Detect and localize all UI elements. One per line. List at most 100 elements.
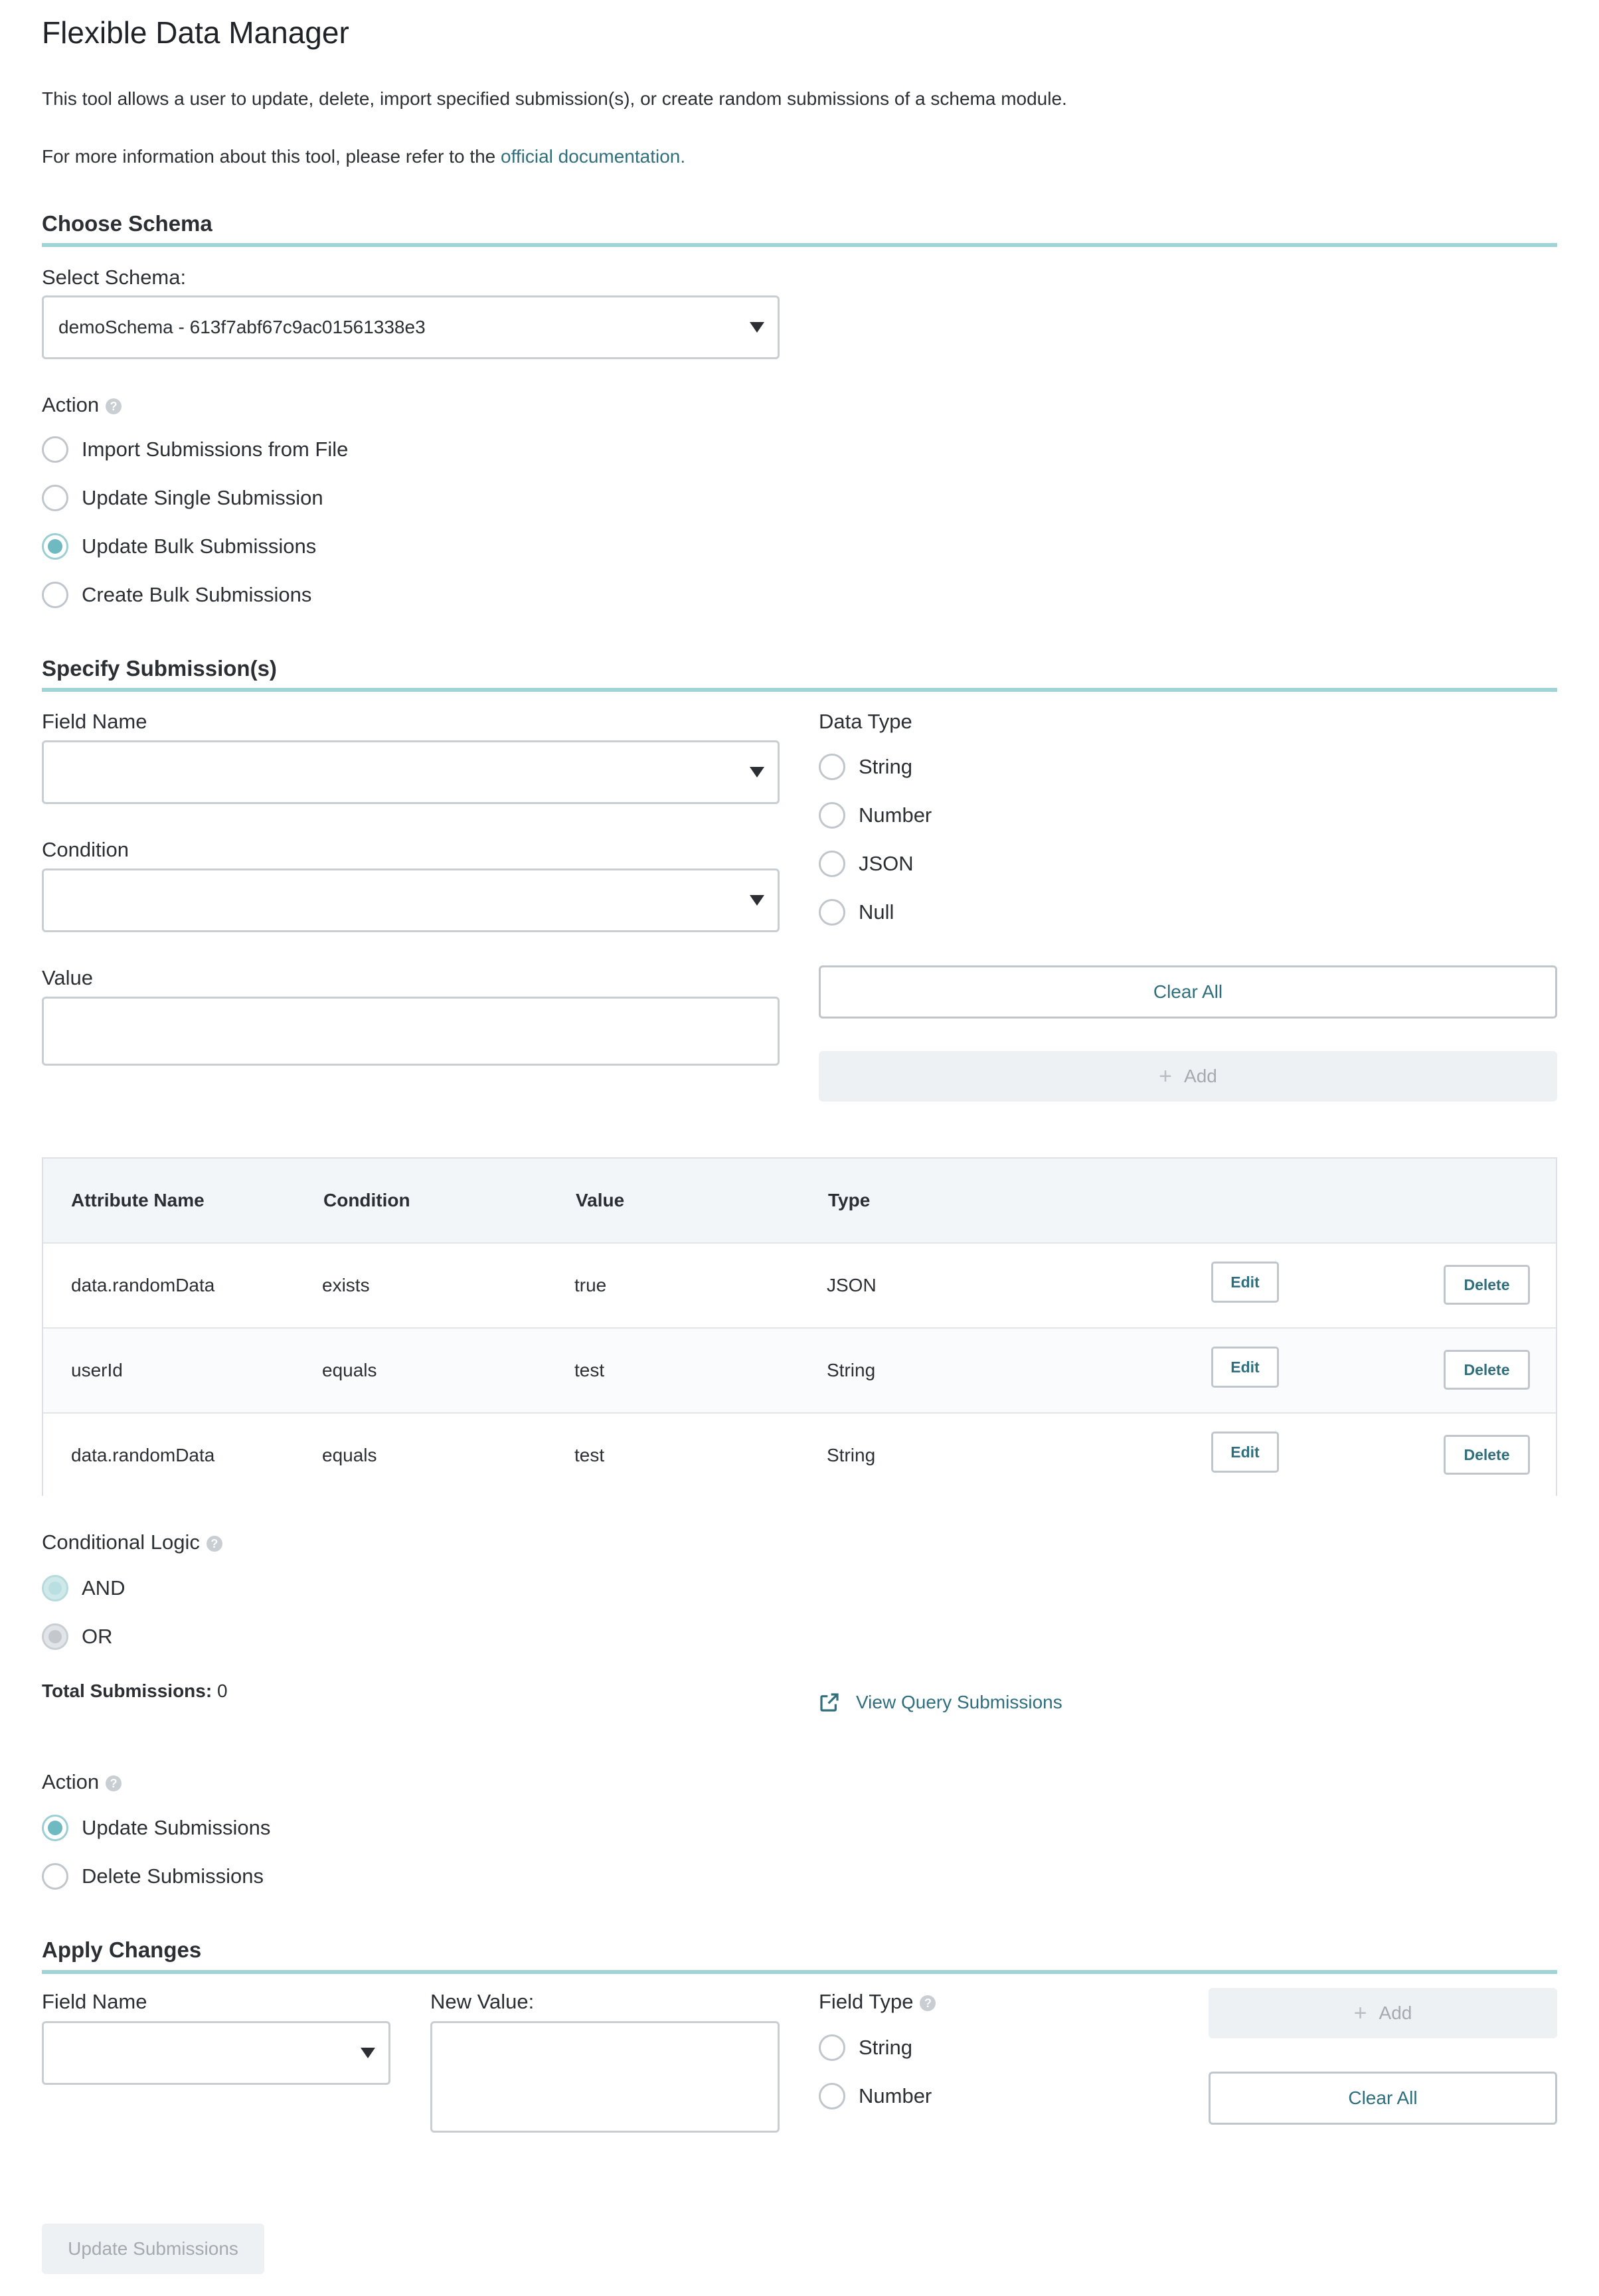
row-value: test bbox=[574, 1360, 605, 1380]
apply-add-button[interactable]: + Add bbox=[1209, 1988, 1557, 2038]
info-prefix: For more information about this tool, pl… bbox=[42, 146, 501, 167]
caret-down-icon bbox=[750, 322, 764, 333]
edit-button[interactable]: Edit bbox=[1211, 1432, 1279, 1473]
caret-down-icon bbox=[750, 895, 764, 906]
radio-button[interactable] bbox=[819, 2034, 845, 2061]
view-query-submissions-link[interactable]: View Query Submissions bbox=[819, 1692, 1062, 1713]
row-attribute: data.randomData bbox=[71, 1445, 215, 1465]
column-header-condition: Condition bbox=[323, 1190, 410, 1210]
radio-button[interactable] bbox=[42, 582, 68, 608]
table-header: Attribute Name Condition Value Type bbox=[43, 1159, 1556, 1242]
radio-button[interactable] bbox=[819, 851, 845, 877]
value-input[interactable] bbox=[42, 997, 780, 1066]
apply-changes-title: Apply Changes bbox=[42, 1937, 202, 1962]
schema-select-value: demoSchema - 613f7abf67c9ac01561338e3 bbox=[58, 317, 426, 337]
radio-button-disabled[interactable] bbox=[42, 1623, 68, 1650]
radio-button-checked-disabled[interactable] bbox=[42, 1575, 68, 1601]
condition-select[interactable] bbox=[42, 868, 780, 932]
data-type-radio-string[interactable]: String bbox=[819, 754, 912, 780]
radio-button-checked[interactable] bbox=[42, 1815, 68, 1841]
total-submissions-value: 0 bbox=[216, 1681, 228, 1701]
radio-button[interactable] bbox=[42, 485, 68, 511]
column-header-attribute: Attribute Name bbox=[71, 1190, 205, 1210]
radio-button[interactable] bbox=[819, 899, 845, 926]
conditional-logic-label: Conditional Logic? bbox=[42, 1530, 222, 1554]
data-type-label: Data Type bbox=[819, 710, 912, 733]
add-condition-button[interactable]: + Add bbox=[819, 1051, 1557, 1102]
action-radio-update-submissions[interactable]: Update Submissions bbox=[42, 1815, 270, 1841]
info-text: For more information about this tool, pl… bbox=[42, 146, 685, 167]
schema-select[interactable]: demoSchema - 613f7abf67c9ac01561338e3 bbox=[42, 295, 780, 359]
radio-button[interactable] bbox=[42, 436, 68, 463]
update-submissions-button[interactable]: Update Submissions bbox=[42, 2224, 264, 2274]
row-condition: equals bbox=[322, 1445, 377, 1465]
plus-icon: + bbox=[1353, 2000, 1367, 2026]
delete-button[interactable]: Delete bbox=[1444, 1265, 1530, 1305]
help-icon[interactable]: ? bbox=[206, 1535, 222, 1552]
column-header-value: Value bbox=[576, 1190, 625, 1210]
total-submissions-label: Total Submissions: bbox=[42, 1681, 212, 1701]
logic-radio-and[interactable]: AND bbox=[42, 1575, 125, 1601]
row-value: test bbox=[574, 1445, 605, 1465]
action-radio-import[interactable]: Import Submissions from File bbox=[42, 436, 348, 463]
logic-radio-or[interactable]: OR bbox=[42, 1623, 113, 1650]
official-documentation-link[interactable]: official documentation. bbox=[501, 146, 685, 167]
field-type-label: Field Type? bbox=[819, 1990, 936, 2014]
choose-schema-title: Choose Schema bbox=[42, 211, 212, 236]
radio-button[interactable] bbox=[819, 802, 845, 829]
field-name-select[interactable] bbox=[42, 740, 780, 804]
table-row: data.randomData exists true JSON Edit De… bbox=[43, 1242, 1556, 1327]
row-type: String bbox=[827, 1360, 876, 1380]
radio-button[interactable] bbox=[819, 2083, 845, 2109]
new-value-input[interactable] bbox=[430, 2021, 780, 2133]
caret-down-icon bbox=[750, 767, 764, 778]
data-type-radio-json[interactable]: JSON bbox=[819, 851, 914, 877]
action-radio-update-bulk[interactable]: Update Bulk Submissions bbox=[42, 533, 316, 560]
help-icon[interactable]: ? bbox=[920, 1995, 936, 2011]
data-type-radio-number[interactable]: Number bbox=[819, 802, 932, 829]
apply-field-name-select[interactable] bbox=[42, 2021, 390, 2085]
column-header-type: Type bbox=[828, 1190, 871, 1210]
section-divider bbox=[42, 1970, 1557, 1974]
row-attribute: data.randomData bbox=[71, 1275, 215, 1295]
action-label: Action? bbox=[42, 393, 122, 417]
row-attribute: userId bbox=[71, 1360, 123, 1380]
new-value-label: New Value: bbox=[430, 1990, 535, 2013]
help-icon[interactable]: ? bbox=[106, 398, 122, 414]
row-value: true bbox=[574, 1275, 607, 1295]
action-radio-update-single[interactable]: Update Single Submission bbox=[42, 485, 323, 511]
edit-button[interactable]: Edit bbox=[1211, 1347, 1279, 1388]
clear-all-button[interactable]: Clear All bbox=[819, 965, 1557, 1019]
total-submissions: Total Submissions: 0 bbox=[42, 1681, 228, 1702]
select-schema-label: Select Schema: bbox=[42, 266, 187, 289]
page-title: Flexible Data Manager bbox=[42, 15, 349, 50]
plus-icon: + bbox=[1159, 1063, 1173, 1089]
caret-down-icon bbox=[361, 2048, 375, 2058]
section-divider bbox=[42, 243, 1557, 247]
row-condition: equals bbox=[322, 1360, 377, 1380]
field-type-radio-string[interactable]: String bbox=[819, 2034, 912, 2061]
help-icon[interactable]: ? bbox=[106, 1775, 122, 1791]
row-condition: exists bbox=[322, 1275, 370, 1295]
action-radio-create-bulk[interactable]: Create Bulk Submissions bbox=[42, 582, 311, 608]
conditions-table: Attribute Name Condition Value Type data… bbox=[42, 1157, 1557, 1497]
radio-button[interactable] bbox=[819, 754, 845, 780]
radio-button-checked[interactable] bbox=[42, 533, 68, 560]
radio-button[interactable] bbox=[42, 1863, 68, 1890]
specify-submissions-title: Specify Submission(s) bbox=[42, 656, 277, 681]
table-row: userId equals test String Edit Delete bbox=[43, 1327, 1556, 1412]
field-type-radio-number[interactable]: Number bbox=[819, 2083, 932, 2109]
action-radio-delete-submissions[interactable]: Delete Submissions bbox=[42, 1863, 264, 1890]
row-type: String bbox=[827, 1445, 876, 1465]
condition-label: Condition bbox=[42, 838, 129, 861]
data-type-radio-null[interactable]: Null bbox=[819, 899, 894, 926]
edit-button[interactable]: Edit bbox=[1211, 1262, 1279, 1303]
delete-button[interactable]: Delete bbox=[1444, 1435, 1530, 1475]
delete-button[interactable]: Delete bbox=[1444, 1350, 1530, 1390]
value-label: Value bbox=[42, 966, 93, 989]
page-description: This tool allows a user to update, delet… bbox=[42, 88, 1067, 109]
apply-clear-all-button[interactable]: Clear All bbox=[1209, 2072, 1557, 2125]
table-row: data.randomData equals test String Edit … bbox=[43, 1412, 1556, 1497]
action-label-2: Action? bbox=[42, 1770, 122, 1794]
external-link-icon bbox=[820, 1693, 839, 1712]
